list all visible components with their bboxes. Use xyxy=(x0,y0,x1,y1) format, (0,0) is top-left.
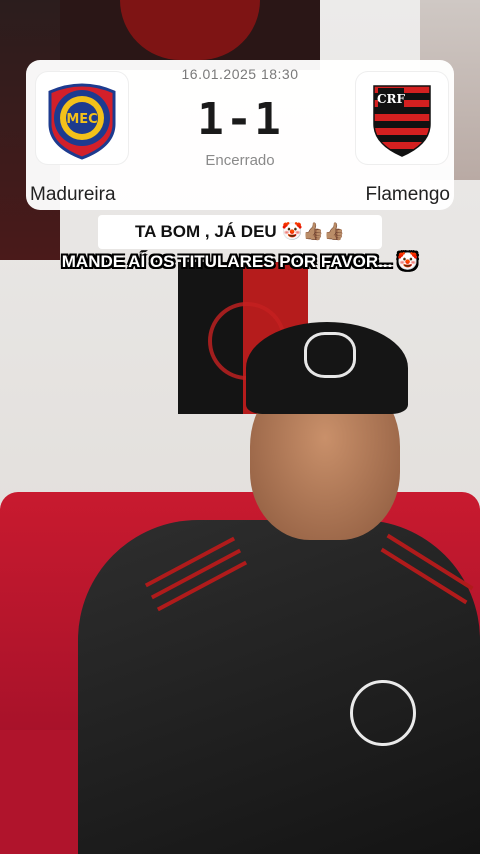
jersey-crest xyxy=(350,680,416,746)
clown-thumbs-up-emoji: 🤡👍🏽👍🏽 xyxy=(281,222,345,242)
match-score-card[interactable]: 16.01.2025 18:30 MEC 1-1 Encerrado CRF M… xyxy=(26,60,454,210)
clown-emoji: 🤡 xyxy=(397,252,419,272)
caption-line-2-text: MANDE AÍ OS TITULARES POR FAVOR... xyxy=(61,252,393,271)
caption-line-2: MANDE AÍ OS TITULARES POR FAVOR... 🤡 xyxy=(0,252,480,272)
home-team-name: Madureira xyxy=(30,184,116,205)
caption-line-1: TA BOM , JÁ DEU 🤡👍🏽👍🏽 xyxy=(98,215,382,249)
person-cap xyxy=(246,322,408,414)
caption-line-1-text: TA BOM , JÁ DEU xyxy=(135,222,277,241)
away-team-name: Flamengo xyxy=(365,184,451,205)
flamengo-logo-icon: CRF xyxy=(356,72,448,164)
svg-text:CRF: CRF xyxy=(377,92,406,106)
